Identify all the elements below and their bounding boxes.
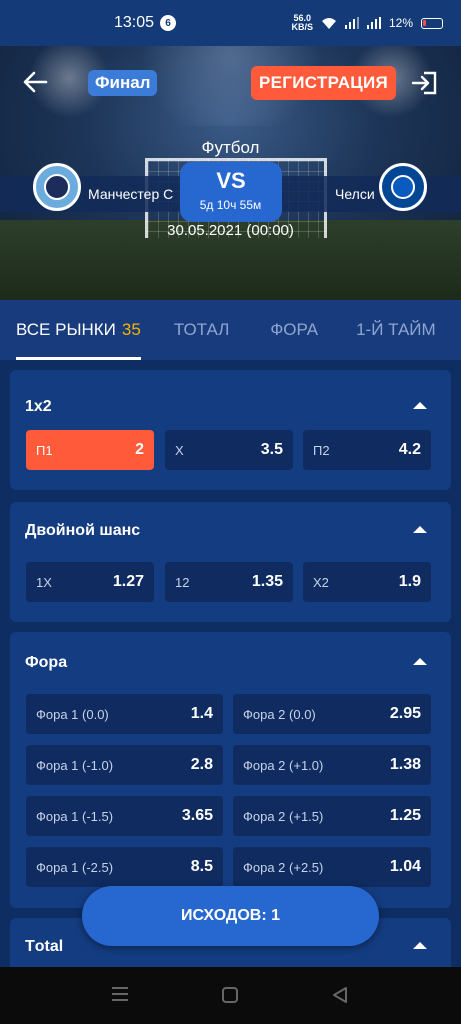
- battery-percent: 12%: [388, 16, 413, 30]
- odd-button[interactable]: Фора 1 (-2.5) 8.5: [26, 847, 223, 887]
- odd-label: 12: [175, 575, 190, 590]
- odd-label: Фора 2 (+1.5): [243, 809, 324, 824]
- odd-button[interactable]: П2 4.2: [303, 430, 431, 470]
- odd-button[interactable]: Фора 1 (0.0) 1.4: [26, 694, 223, 734]
- odd-button[interactable]: 12 1.35: [165, 562, 293, 602]
- odd-label: X2: [313, 575, 329, 590]
- chevron-up-icon[interactable]: [413, 526, 427, 533]
- odd-label: X: [175, 443, 184, 458]
- odd-value: 2.95: [389, 705, 421, 722]
- odd-label: Фора 1 (-1.0): [36, 758, 114, 773]
- chevron-up-icon[interactable]: [413, 658, 427, 665]
- network-speed: 56.0 KB/S: [291, 14, 313, 32]
- login-icon: [411, 71, 437, 95]
- tab-all-markets[interactable]: ВСЕ РЫНКИ 35: [16, 300, 141, 360]
- odd-label: П2: [313, 443, 330, 458]
- odd-label: Фора 2 (0.0): [243, 707, 316, 722]
- odd-button[interactable]: Фора 2 (+1.5) 1.25: [233, 796, 431, 836]
- home-square-icon: [222, 987, 238, 1003]
- odd-label: 1X: [36, 575, 52, 590]
- back-nav-button[interactable]: [331, 986, 349, 1009]
- odd-button[interactable]: Фора 1 (-1.0) 2.8: [26, 745, 223, 785]
- market-title[interactable]: Тotal: [25, 938, 63, 956]
- menu-nav-button[interactable]: [111, 986, 129, 1007]
- home-nav-button[interactable]: [221, 986, 239, 1009]
- market-title[interactable]: Фора: [25, 654, 67, 672]
- odd-label: П1: [36, 443, 53, 458]
- market-tabs: ВСЕ РЫНКИ 35 ТОТАЛ ФОРА 1-Й ТАЙМ: [0, 300, 461, 360]
- status-bar: 13:05 6 56.0 KB/S 12%: [0, 0, 461, 46]
- odd-value: 2.8: [190, 756, 213, 773]
- network-speed-unit: KB/S: [291, 22, 313, 32]
- market-title[interactable]: 1x2: [25, 398, 52, 416]
- odd-value: 1.25: [389, 807, 421, 824]
- menu-icon: [112, 987, 128, 1001]
- market-fora: Фора Фора 1 (0.0) 1.4 Фора 2 (0.0) 2.95 …: [10, 632, 451, 908]
- odd-label: Фора 2 (+2.5): [243, 860, 324, 875]
- tab-fora[interactable]: ФОРА: [270, 300, 318, 360]
- chevron-up-icon[interactable]: [413, 402, 427, 409]
- odd-value: 2: [135, 441, 144, 458]
- signal-icon-2: [366, 17, 381, 29]
- tab-first-half[interactable]: 1-Й ТАЙМ: [356, 300, 436, 360]
- odd-value: 1.35: [251, 573, 283, 590]
- market-1x2: 1x2 П1 2 X 3.5 П2 4.2: [10, 370, 451, 490]
- odd-button[interactable]: Фора 2 (+2.5) 1.04: [233, 847, 431, 887]
- odd-label: Фора 1 (0.0): [36, 707, 109, 722]
- back-triangle-icon: [333, 987, 347, 1003]
- battery-icon: [421, 17, 443, 29]
- odd-label: Фора 1 (-1.5): [36, 809, 114, 824]
- tab-total[interactable]: ТОТАЛ: [174, 300, 230, 360]
- status-time: 13:05: [114, 14, 155, 31]
- odd-value: 1.38: [389, 756, 421, 773]
- odd-button[interactable]: X 3.5: [165, 430, 293, 470]
- tab-all-markets-count: 35: [121, 320, 141, 339]
- arrow-left-icon: [23, 71, 48, 93]
- signal-icon: [344, 17, 359, 29]
- back-button[interactable]: [22, 70, 48, 99]
- odd-button[interactable]: 1X 1.27: [26, 562, 154, 602]
- sport-title: Футбол: [201, 138, 260, 157]
- odd-value: 1.4: [190, 705, 213, 722]
- vs-box: VS: [180, 162, 282, 222]
- odd-value: 4.2: [398, 441, 421, 458]
- vs-label: VS: [216, 168, 246, 193]
- stage-badge: Финал: [88, 70, 158, 96]
- away-team-name: Челси: [335, 186, 375, 202]
- odd-value: 8.5: [190, 858, 213, 875]
- status-icons: 56.0 KB/S 12%: [291, 14, 443, 32]
- system-nav-bar: [0, 967, 461, 1024]
- odd-value: 3.65: [181, 807, 213, 824]
- wifi-icon: [321, 17, 336, 29]
- tab-all-markets-label: ВСЕ РЫНКИ: [16, 320, 116, 339]
- odd-value: 3.5: [260, 441, 283, 458]
- login-button[interactable]: [410, 68, 440, 98]
- odd-value: 1.9: [398, 573, 421, 590]
- markets-list: 1x2 П1 2 X 3.5 П2 4.2 Двойной шанс 1X 1.…: [0, 360, 461, 967]
- outcomes-button[interactable]: ИСХОДОВ: 1: [82, 886, 379, 946]
- odd-value: 1.04: [389, 858, 421, 875]
- odd-label: Фора 2 (+1.0): [243, 758, 324, 773]
- match-date: 30.05.2021 (00:00): [167, 222, 294, 239]
- notification-badge: 6: [160, 15, 177, 31]
- match-header: Финал РЕГИСТРАЦИЯ Футбол Манчестер С VS …: [0, 46, 461, 300]
- odd-button[interactable]: Фора 2 (+1.0) 1.38: [233, 745, 431, 785]
- market-double-chance: Двойной шанс 1X 1.27 12 1.35 X2 1.9: [10, 502, 451, 622]
- odd-label: Фора 1 (-2.5): [36, 860, 114, 875]
- odd-button[interactable]: П1 2: [26, 430, 154, 470]
- odd-button[interactable]: Фора 1 (-1.5) 3.65: [26, 796, 223, 836]
- register-button[interactable]: РЕГИСТРАЦИЯ: [251, 66, 397, 100]
- market-title[interactable]: Двойной шанс: [25, 522, 140, 540]
- chevron-up-icon[interactable]: [413, 942, 427, 949]
- odd-value: 1.27: [112, 573, 144, 590]
- odd-button[interactable]: Фора 2 (0.0) 2.95: [233, 694, 431, 734]
- odd-button[interactable]: X2 1.9: [303, 562, 431, 602]
- chelsea-logo: [379, 163, 427, 211]
